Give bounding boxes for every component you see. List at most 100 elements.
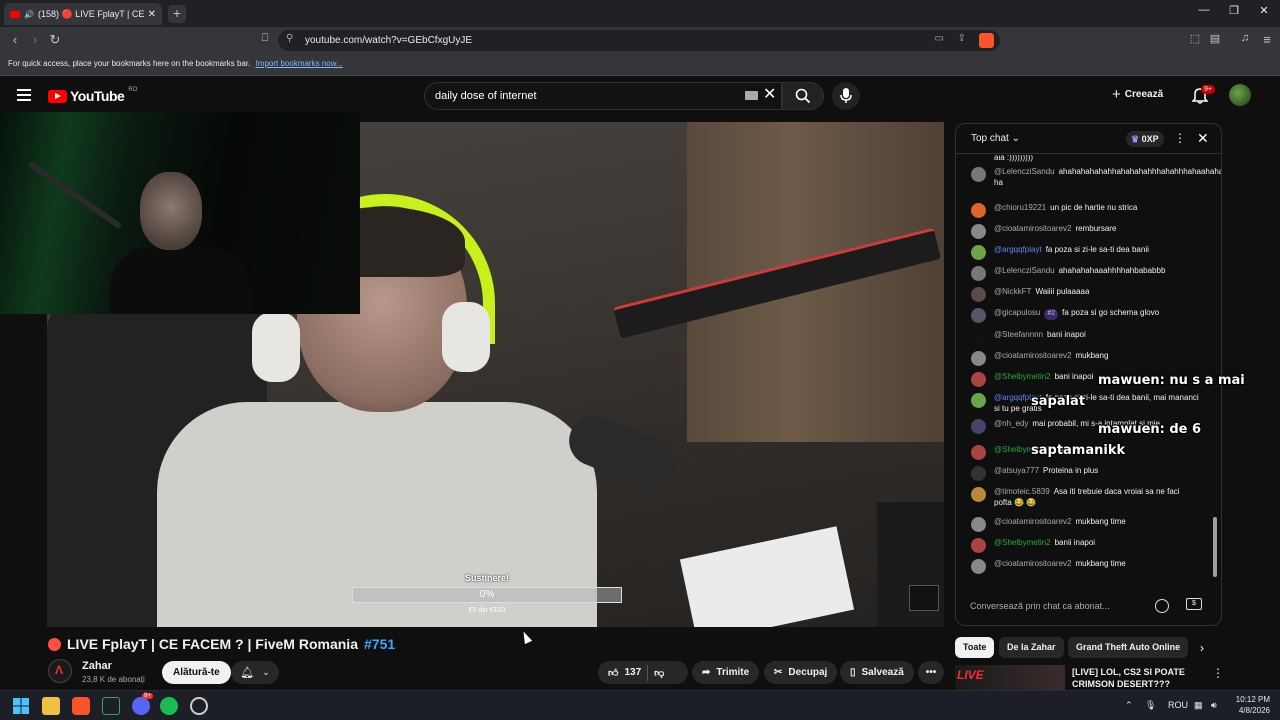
extensions-icon[interactable]: ⬚ bbox=[1186, 32, 1204, 45]
media-icon[interactable]: ♫ bbox=[1236, 32, 1254, 44]
chat-author-avatar[interactable] bbox=[971, 351, 986, 366]
chat-author-avatar[interactable] bbox=[971, 203, 986, 218]
search-input[interactable]: daily dose of internet bbox=[424, 82, 782, 110]
input-language[interactable]: ROU bbox=[1168, 700, 1188, 710]
chat-author-name[interactable]: @LelencziSandu bbox=[994, 167, 1055, 176]
chat-close-icon[interactable]: ✕ bbox=[1197, 130, 1209, 147]
join-button[interactable]: Alătură-te bbox=[162, 661, 231, 684]
new-tab-button[interactable]: + bbox=[168, 5, 186, 23]
sidebar-icon[interactable]: ▤ bbox=[1206, 32, 1224, 45]
cast-icon[interactable]: ▭ bbox=[935, 33, 944, 44]
share-icon[interactable]: ⇪ bbox=[958, 33, 966, 44]
recommendation-more-icon[interactable]: ⋮ bbox=[1212, 666, 1224, 680]
maximize-button[interactable]: ❐ bbox=[1219, 4, 1249, 17]
save-button[interactable]: ▯ Salvează bbox=[840, 661, 914, 684]
system-clock[interactable]: 10:12 PM 4/8/2026 bbox=[1228, 694, 1270, 716]
clip-button[interactable]: ✂ Decupaj bbox=[764, 661, 838, 684]
minimize-button[interactable]: — bbox=[1189, 4, 1219, 16]
guide-menu-icon[interactable] bbox=[17, 89, 31, 101]
menu-icon[interactable]: ≡ bbox=[1258, 32, 1276, 47]
chat-author-name[interactable]: @nh_edy bbox=[994, 419, 1028, 428]
chat-author-name[interactable]: @NickkFT bbox=[994, 287, 1031, 296]
steam-icon[interactable] bbox=[190, 697, 208, 715]
chat-author-name[interactable]: @gicapulosu bbox=[994, 308, 1040, 317]
reload-icon[interactable]: ↻ bbox=[46, 32, 64, 48]
hashtag-link[interactable]: #751 bbox=[364, 636, 395, 652]
chat-author-avatar[interactable] bbox=[971, 330, 986, 345]
recommendation-thumbnail[interactable]: LIVE bbox=[955, 665, 1065, 690]
bookmark-icon[interactable]: ⎕ bbox=[256, 32, 274, 45]
chat-author-name[interactable]: @cioatamirositoarev2 bbox=[994, 517, 1071, 526]
chat-input[interactable]: Conversează prin chat ca abonat... bbox=[970, 596, 1138, 616]
more-actions-button[interactable]: ••• bbox=[918, 661, 944, 684]
channel-watermark-icon[interactable] bbox=[909, 585, 939, 611]
chat-author-name[interactable]: @Shelbymetin2 bbox=[994, 538, 1051, 547]
channel-avatar[interactable] bbox=[48, 659, 72, 683]
chat-more-icon[interactable]: ⋮ bbox=[1174, 131, 1186, 145]
speaker-icon[interactable]: 🔊 bbox=[24, 10, 34, 19]
chat-author-avatar[interactable] bbox=[971, 167, 986, 182]
chat-author-name[interactable]: @Shelbymetin2 bbox=[994, 372, 1051, 381]
channel-name[interactable]: Zahar bbox=[82, 660, 112, 672]
chat-author-name[interactable]: @Steefannnn bbox=[994, 330, 1043, 339]
account-avatar[interactable] bbox=[1229, 84, 1251, 106]
chat-author-avatar[interactable] bbox=[971, 538, 986, 553]
chip-gta-online[interactable]: Grand Theft Auto Online bbox=[1068, 637, 1189, 658]
voice-search-button[interactable] bbox=[832, 82, 860, 110]
create-button[interactable]: + Creează bbox=[1112, 86, 1163, 103]
chat-author-name[interactable]: @LelencziSandu bbox=[994, 266, 1055, 275]
site-info-icon[interactable]: ⚲ bbox=[286, 33, 293, 44]
chat-author-avatar[interactable] bbox=[971, 445, 986, 460]
address-bar[interactable]: ⚲ youtube.com/watch?v=GEbCfxgUyJE ▭ ⇪ bbox=[278, 30, 1000, 51]
tray-chevron-up-icon[interactable]: ⌃ bbox=[1125, 700, 1133, 711]
super-chat-icon[interactable]: $ bbox=[1186, 598, 1202, 610]
chat-author-name[interactable]: @timoteic.5839 bbox=[994, 487, 1050, 496]
subscription-bell-button[interactable]: 🔔︎ ⌄ bbox=[231, 661, 279, 684]
tab-close-icon[interactable]: ✕ bbox=[148, 9, 156, 20]
recommendation-title[interactable]: [LIVE] LOL, CS2 SI POATE CRIMSON DESERT?… bbox=[1072, 666, 1192, 690]
chat-mode-selector[interactable]: Top chat ⌄ bbox=[971, 133, 1020, 144]
chat-author-avatar[interactable] bbox=[971, 224, 986, 239]
keyboard-icon[interactable] bbox=[745, 91, 758, 100]
close-window-button[interactable]: ✕ bbox=[1249, 4, 1279, 17]
volume-icon[interactable]: 🔊︎ bbox=[1211, 700, 1217, 711]
chat-scrollbar-thumb[interactable] bbox=[1213, 517, 1217, 577]
file-explorer-icon[interactable] bbox=[42, 697, 60, 715]
chevron-right-icon[interactable]: › bbox=[1200, 641, 1204, 655]
clear-search-icon[interactable]: ✕ bbox=[763, 84, 776, 104]
chat-author-avatar[interactable] bbox=[971, 372, 986, 387]
chat-author-avatar[interactable] bbox=[971, 287, 986, 302]
tray-mic-icon[interactable]: 🎙︎ bbox=[1145, 700, 1156, 711]
chat-author-avatar[interactable] bbox=[971, 266, 986, 281]
chat-author-avatar[interactable] bbox=[971, 559, 986, 574]
back-icon[interactable]: ‹ bbox=[6, 32, 24, 47]
brave-browser-icon[interactable] bbox=[72, 697, 90, 715]
emoji-icon[interactable] bbox=[1155, 599, 1169, 613]
spotify-icon[interactable] bbox=[160, 697, 178, 715]
network-icon[interactable]: ▦ bbox=[1194, 700, 1203, 711]
chat-author-avatar[interactable] bbox=[971, 487, 986, 502]
import-bookmarks-link[interactable]: Import bookmarks now... bbox=[256, 59, 343, 68]
chat-author-avatar[interactable] bbox=[971, 245, 986, 260]
chip-all[interactable]: Toate bbox=[955, 637, 995, 658]
chip-from-channel[interactable]: De la Zahar bbox=[999, 637, 1064, 658]
chat-author-avatar[interactable] bbox=[971, 466, 986, 481]
chat-author-avatar[interactable] bbox=[971, 308, 986, 323]
chat-author-name[interactable]: @cioatamirositoarev2 bbox=[994, 559, 1071, 568]
xp-pill[interactable]: ♛ 0XP bbox=[1126, 131, 1164, 147]
chat-author-name[interactable]: @atsuya777 bbox=[994, 466, 1039, 475]
youtube-logo[interactable]: YouTube RO bbox=[48, 87, 137, 104]
chat-author-name[interactable]: @argqqfplayt bbox=[994, 245, 1042, 254]
xbox-app-icon[interactable] bbox=[102, 697, 120, 715]
chat-author-name[interactable]: @cioatamirositoarev2 bbox=[994, 351, 1071, 360]
windows-start-icon[interactable] bbox=[12, 697, 30, 715]
chat-author-name[interactable]: @chioru19221 bbox=[994, 203, 1046, 212]
like-button[interactable]: 👍︎ 137 bbox=[608, 667, 641, 679]
browser-tab[interactable]: 🔊 (158) 🔴 LIVE FplayT | CE FAC ✕ bbox=[4, 3, 162, 25]
chat-author-avatar[interactable] bbox=[971, 419, 986, 434]
brave-shields-icon[interactable] bbox=[979, 33, 994, 48]
share-button[interactable]: ➦ Trimite bbox=[692, 661, 760, 684]
search-button[interactable] bbox=[782, 82, 824, 110]
dislike-button[interactable]: 👎︎ bbox=[654, 667, 664, 679]
chat-author-avatar[interactable] bbox=[971, 393, 986, 408]
